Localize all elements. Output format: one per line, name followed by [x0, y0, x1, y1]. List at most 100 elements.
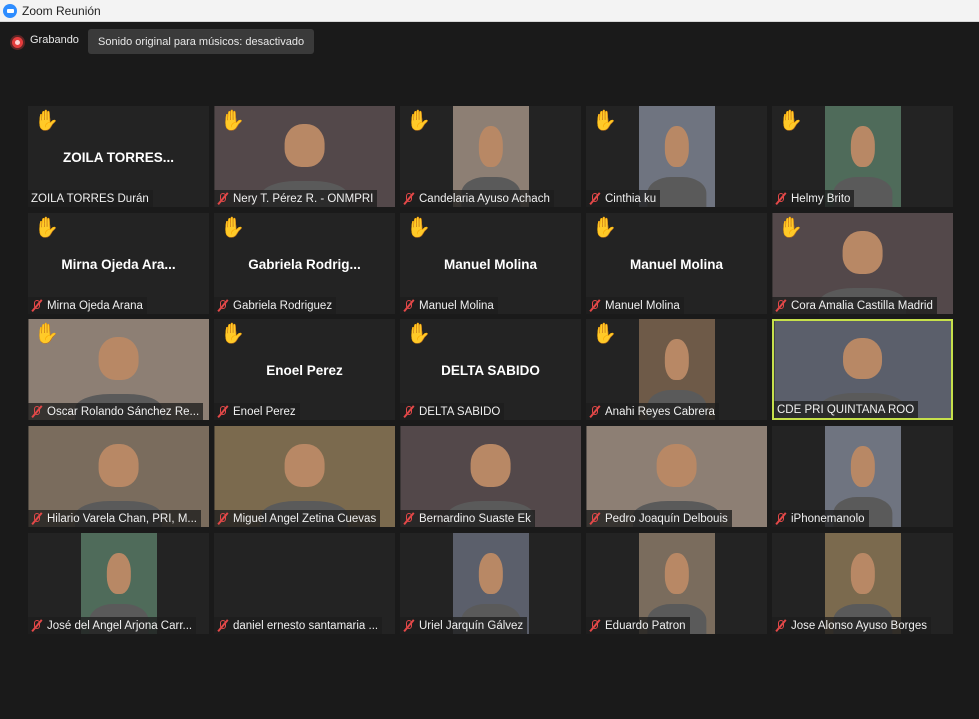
raised-hand-icon: ✋ — [220, 110, 245, 132]
raised-hand-icon: ✋ — [406, 323, 431, 345]
participant-name: iPhonemanolo — [791, 512, 865, 525]
muted-mic-icon — [31, 619, 42, 632]
participant-nameplate: Enoel Perez — [214, 403, 300, 420]
participant-name: Cora Amalia Castilla Madrid — [791, 299, 933, 312]
participant-tile[interactable]: CDE PRI QUINTANA ROO — [772, 319, 953, 420]
participant-tile[interactable]: José del Angel Arjona Carr... — [28, 533, 209, 634]
participant-tile[interactable]: ✋ Cora Amalia Castilla Madrid — [772, 213, 953, 314]
muted-mic-icon — [217, 299, 228, 312]
participant-nameplate: iPhonemanolo — [772, 510, 869, 527]
participant-display-name: Enoel Perez — [266, 363, 343, 378]
participant-tile[interactable]: ✋ Anahi Reyes Cabrera — [586, 319, 767, 420]
participant-nameplate: Jose Alonso Ayuso Borges — [772, 617, 931, 634]
participant-nameplate: Bernardino Suaste Ek — [400, 510, 535, 527]
participant-name: Anahi Reyes Cabrera — [605, 405, 715, 418]
participant-tile[interactable]: Miguel Angel Zetina Cuevas — [214, 426, 395, 527]
muted-mic-icon — [589, 512, 600, 525]
raised-hand-icon: ✋ — [220, 217, 245, 239]
person-head — [850, 446, 875, 487]
person-head — [98, 337, 139, 380]
participant-tile[interactable]: ✋ Cinthia ku — [586, 106, 767, 207]
muted-mic-icon — [403, 405, 414, 418]
person-head — [664, 339, 689, 380]
raised-hand-icon: ✋ — [34, 323, 59, 345]
participant-tile[interactable]: Enoel Perez ✋ Enoel Perez — [214, 319, 395, 420]
muted-mic-icon — [403, 512, 414, 525]
participant-name: Cinthia ku — [605, 192, 657, 205]
muted-mic-icon — [589, 192, 600, 205]
participant-name: Pedro Joaquín Delbouis — [605, 512, 728, 525]
muted-mic-icon — [31, 512, 42, 525]
participant-tile[interactable]: Hilario Varela Chan, PRI, M... — [28, 426, 209, 527]
muted-mic-icon — [31, 405, 42, 418]
window-title: Zoom Reunión — [22, 3, 101, 18]
original-sound-button[interactable]: Sonido original para músicos: desactivad… — [88, 29, 315, 54]
participant-tile[interactable]: ✋ Oscar Rolando Sánchez Re... — [28, 319, 209, 420]
participant-tile[interactable]: Uriel Jarquín Gálvez — [400, 533, 581, 634]
recording-label: Grabando — [30, 34, 79, 46]
person-head — [478, 126, 503, 167]
muted-mic-icon — [589, 299, 600, 312]
participant-tile[interactable]: ✋ Candelaria Ayuso Achach — [400, 106, 581, 207]
raised-hand-icon: ✋ — [778, 110, 803, 132]
muted-mic-icon — [403, 299, 414, 312]
participant-tile[interactable]: Eduardo Patron — [586, 533, 767, 634]
participant-name: Uriel Jarquín Gálvez — [419, 619, 524, 632]
participant-nameplate: daniel ernesto santamaria ... — [214, 617, 383, 634]
participant-nameplate: Oscar Rolando Sánchez Re... — [28, 403, 204, 420]
participant-tile[interactable]: daniel ernesto santamaria ... — [214, 533, 395, 634]
person-head — [478, 553, 503, 594]
participant-nameplate: Cinthia ku — [586, 190, 661, 207]
muted-mic-icon — [775, 192, 786, 205]
raised-hand-icon: ✋ — [592, 323, 617, 345]
participant-name: Bernardino Suaste Ek — [419, 512, 531, 525]
person-head — [664, 553, 689, 594]
person-head — [284, 444, 325, 487]
participant-display-name: ZOILA TORRES... — [62, 150, 174, 165]
participant-nameplate: Pedro Joaquín Delbouis — [586, 510, 732, 527]
participant-nameplate: DELTA SABIDO — [400, 403, 505, 420]
participant-tile[interactable]: DELTA SABIDO ✋ DELTA SABIDO — [400, 319, 581, 420]
participant-tile[interactable]: Bernardino Suaste Ek — [400, 426, 581, 527]
raised-hand-icon: ✋ — [592, 110, 617, 132]
participant-tile[interactable]: Mirna Ojeda Ara... ✋ Mirna Ojeda Arana — [28, 213, 209, 314]
participant-nameplate: Manuel Molina — [400, 297, 498, 314]
participant-name: DELTA SABIDO — [419, 405, 501, 418]
participant-tile[interactable]: Manuel Molina ✋ Manuel Molina — [586, 213, 767, 314]
participant-display-name: Mirna Ojeda Ara... — [61, 257, 176, 272]
participant-nameplate: Mirna Ojeda Arana — [28, 297, 147, 314]
participant-tile[interactable]: Pedro Joaquín Delbouis — [586, 426, 767, 527]
participant-name: José del Angel Arjona Carr... — [47, 619, 193, 632]
raised-hand-icon: ✋ — [778, 217, 803, 239]
muted-mic-icon — [403, 192, 414, 205]
raised-hand-icon: ✋ — [34, 217, 59, 239]
participant-tile[interactable]: Manuel Molina ✋ Manuel Molina — [400, 213, 581, 314]
participant-nameplate: CDE PRI QUINTANA ROO — [774, 401, 919, 418]
raised-hand-icon: ✋ — [34, 110, 59, 132]
meeting-top-bar: Grabando Sonido original para músicos: d… — [0, 22, 979, 60]
participant-nameplate: Uriel Jarquín Gálvez — [400, 617, 528, 634]
participant-nameplate: Helmy Brito — [772, 190, 855, 207]
muted-mic-icon — [403, 619, 414, 632]
participant-tile[interactable]: ✋ Nery T. Pérez R. - ONMPRI — [214, 106, 395, 207]
person-head — [842, 231, 883, 274]
participant-name: daniel ernesto santamaria ... — [233, 619, 379, 632]
participant-display-name: Manuel Molina — [443, 257, 537, 272]
participant-nameplate: Eduardo Patron — [586, 617, 690, 634]
muted-mic-icon — [217, 512, 228, 525]
participant-nameplate: Gabriela Rodriguez — [214, 297, 337, 314]
participant-name: Oscar Rolando Sánchez Re... — [47, 405, 200, 418]
participant-tile[interactable]: Gabriela Rodrig... ✋ Gabriela Rodriguez — [214, 213, 395, 314]
participant-tile[interactable]: ✋ Helmy Brito — [772, 106, 953, 207]
raised-hand-icon: ✋ — [220, 323, 245, 345]
participant-name: Manuel Molina — [605, 299, 680, 312]
participant-tile[interactable]: Jose Alonso Ayuso Borges — [772, 533, 953, 634]
recording-icon — [12, 37, 23, 48]
participant-tile[interactable]: iPhonemanolo — [772, 426, 953, 527]
participant-tile[interactable]: ZOILA TORRES... ✋ ZOILA TORRES Durán — [28, 106, 209, 207]
person-head — [98, 444, 139, 487]
participant-nameplate: Manuel Molina — [586, 297, 684, 314]
participant-nameplate: Miguel Angel Zetina Cuevas — [214, 510, 381, 527]
participant-nameplate: José del Angel Arjona Carr... — [28, 617, 197, 634]
participant-name: Enoel Perez — [233, 405, 296, 418]
